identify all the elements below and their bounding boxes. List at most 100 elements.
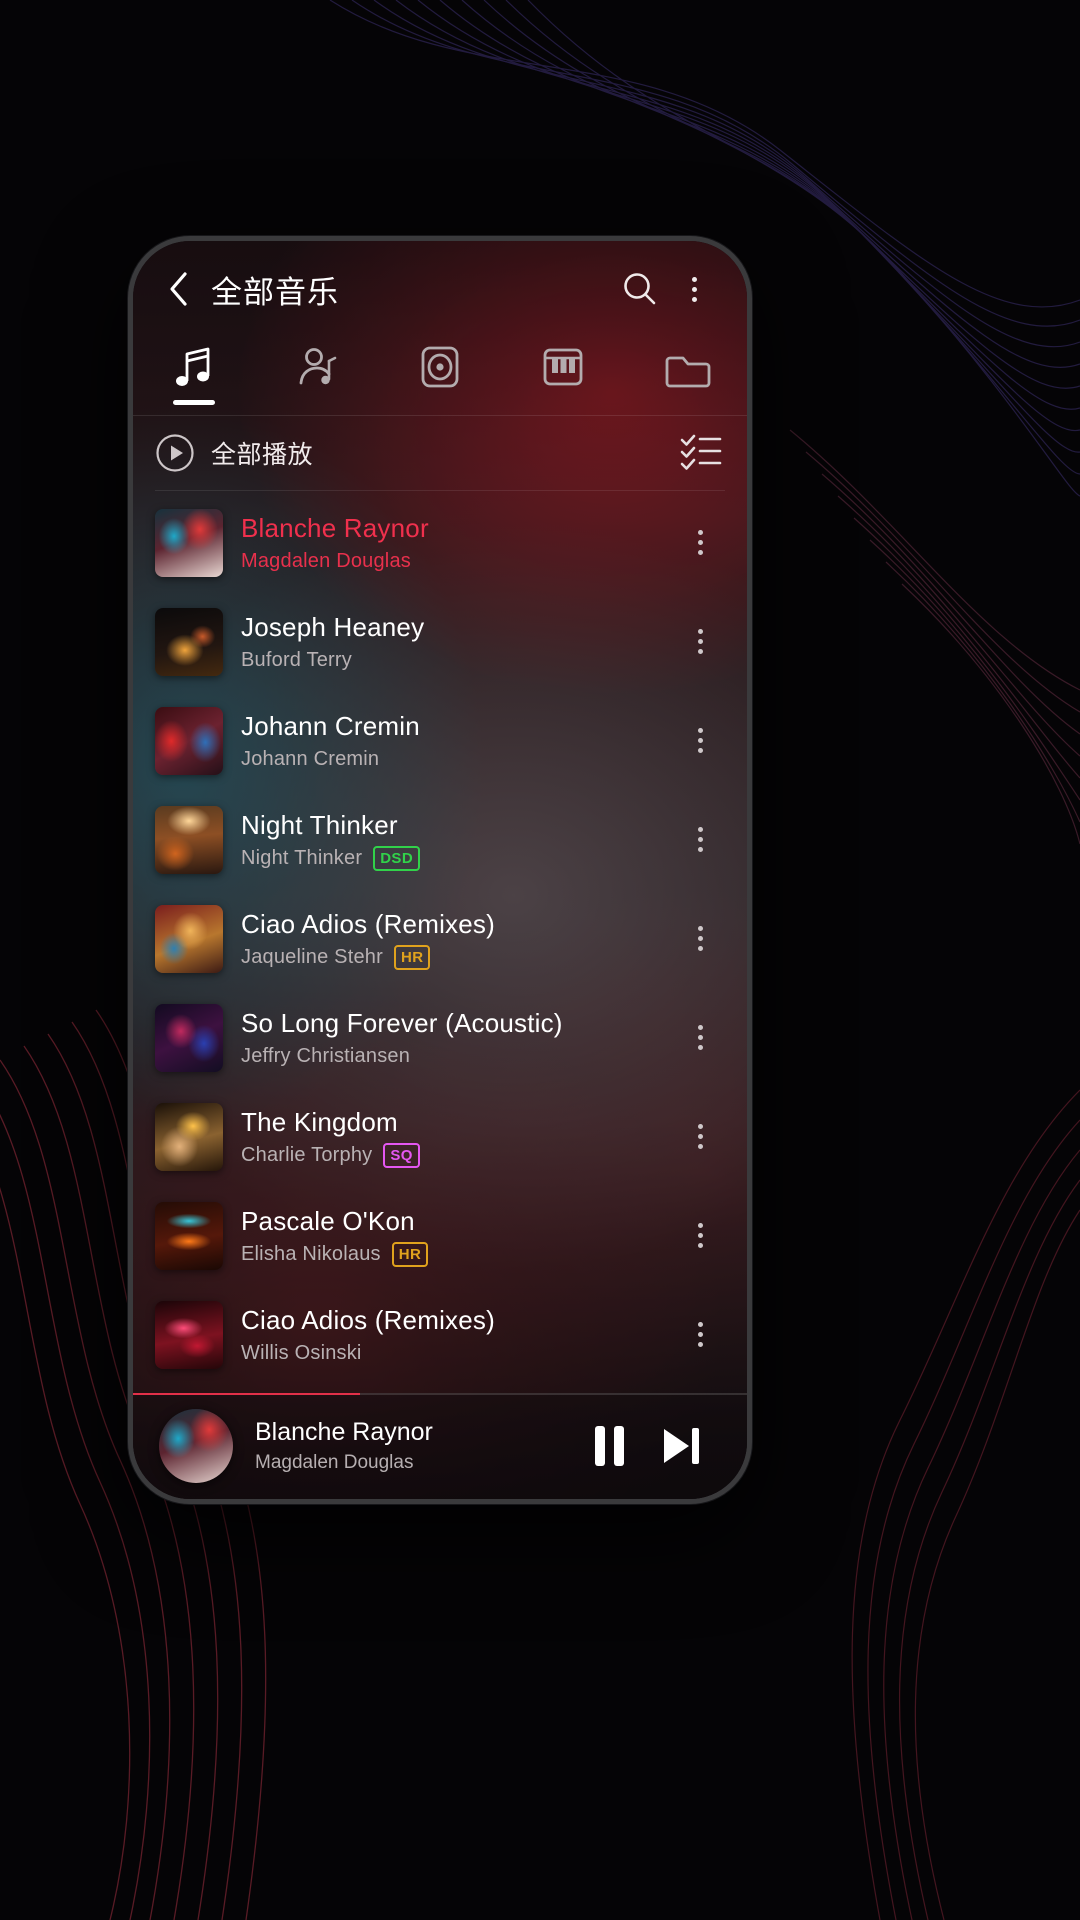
table-row[interactable]: Ciao Adios (Remixes) Jaqueline Stehr HR	[133, 889, 747, 988]
song-title: So Long Forever (Acoustic)	[241, 1008, 563, 1038]
tab-folders[interactable]	[624, 337, 747, 415]
art-image-a4	[155, 805, 223, 874]
playback-progress-bar[interactable]	[133, 1393, 747, 1395]
art-image-a5	[155, 904, 223, 973]
song-subline: Magdalen Douglas	[241, 549, 677, 573]
song-title: Joseph Heaney	[241, 612, 425, 642]
song-artist: Johann Cremin	[241, 748, 380, 770]
row-overflow-button[interactable]	[677, 810, 723, 870]
page-title: 全部音乐	[211, 274, 339, 310]
song-meta: Blanche Raynor Magdalen Douglas	[241, 512, 677, 573]
song-meta: So Long Forever (Acoustic) Jeffry Christ…	[241, 1007, 677, 1068]
row-overflow-button[interactable]	[677, 909, 723, 969]
table-row[interactable]: Pascale O'Kon Elisha Nikolaus HR	[133, 1186, 747, 1285]
search-button[interactable]	[613, 262, 667, 316]
mini-player-meta: Blanche Raynor Magdalen Douglas	[255, 1417, 573, 1475]
chevron-left-icon	[170, 272, 187, 306]
song-artist: Magdalen Douglas	[241, 550, 411, 572]
song-meta: Night Thinker Night Thinker DSD	[241, 809, 677, 871]
song-title: The Kingdom	[241, 1106, 398, 1137]
music-note-icon	[176, 347, 210, 386]
song-subline: Elisha Nikolaus HR	[241, 1241, 677, 1267]
art-image-current	[159, 1409, 233, 1483]
progress-fill	[133, 1393, 361, 1395]
more-vertical-icon	[697, 1124, 703, 1149]
song-artist: Jeffry Christiansen	[241, 1045, 411, 1067]
mini-player[interactable]: Blanche Raynor Magdalen Douglas	[133, 1393, 747, 1499]
song-title: Ciao Adios (Remixes)	[241, 1305, 495, 1335]
art-image-a6	[155, 1003, 223, 1072]
song-subline: Willis Osinski	[241, 1341, 677, 1365]
song-title: Pascale O'Kon	[241, 1205, 415, 1236]
more-vertical-icon	[697, 926, 703, 951]
album-art-thumbnail	[155, 1300, 223, 1369]
mini-player-artist: Magdalen Douglas	[255, 1452, 414, 1473]
row-overflow-button[interactable]	[677, 1305, 723, 1365]
table-row[interactable]: Johann Cremin Johann Cremin	[133, 691, 747, 790]
row-overflow-button[interactable]	[677, 711, 723, 771]
table-row[interactable]: Joseph Heaney Buford Terry	[133, 592, 747, 691]
row-overflow-button[interactable]	[677, 1206, 723, 1266]
more-vertical-icon	[697, 1223, 703, 1248]
row-overflow-button[interactable]	[677, 1107, 723, 1167]
tab-songs[interactable]	[133, 337, 256, 415]
next-track-button[interactable]	[645, 1410, 717, 1482]
multi-select-button[interactable]	[679, 431, 723, 476]
row-overflow-button[interactable]	[677, 513, 723, 573]
song-title: Blanche Raynor	[241, 513, 429, 543]
tab-albums[interactable]	[379, 337, 502, 415]
quality-badge: HR	[391, 1241, 429, 1267]
album-art-thumbnail	[155, 706, 223, 775]
artist-icon	[299, 348, 337, 385]
music-app: 全部音乐 全部播放 Blanche Raynor Magdalen Dougla…	[133, 241, 747, 1499]
song-subline: Night Thinker DSD	[241, 845, 677, 871]
quality-badge: DSD	[373, 845, 421, 871]
tab-genres[interactable]	[501, 337, 624, 415]
more-vertical-icon	[691, 276, 697, 302]
tab-artists[interactable]	[256, 337, 379, 415]
more-vertical-icon	[697, 1025, 703, 1050]
piano-keys-icon	[543, 348, 583, 386]
song-list[interactable]: Blanche Raynor Magdalen Douglas Joseph H…	[133, 491, 747, 1393]
song-subline: Charlie Torphy SQ	[241, 1142, 677, 1168]
album-art-thumbnail	[155, 805, 223, 874]
song-artist: Night Thinker	[241, 847, 363, 869]
more-vertical-icon	[697, 1322, 703, 1347]
table-row[interactable]: Blanche Raynor Magdalen Douglas	[133, 493, 747, 592]
screenshot-root: 全部音乐 全部播放 Blanche Raynor Magdalen Dougla…	[0, 0, 1080, 1920]
active-tab-indicator	[173, 400, 216, 405]
row-overflow-button[interactable]	[677, 1008, 723, 1068]
album-art-thumbnail	[155, 508, 223, 577]
play-all-label: 全部播放	[211, 441, 314, 469]
table-row[interactable]: The Kingdom Charlie Torphy SQ	[133, 1087, 747, 1186]
song-artist: Elisha Nikolaus	[241, 1243, 381, 1265]
more-vertical-icon	[697, 629, 703, 654]
mini-player-artwork[interactable]	[159, 1409, 233, 1483]
row-overflow-button[interactable]	[677, 612, 723, 672]
table-row[interactable]: Ciao Adios (Remixes) Willis Osinski	[133, 1285, 747, 1384]
song-meta: Pascale O'Kon Elisha Nikolaus HR	[241, 1205, 677, 1267]
song-subline: Buford Terry	[241, 648, 677, 672]
pause-button[interactable]	[573, 1410, 645, 1482]
overflow-menu-button[interactable]	[667, 262, 721, 316]
art-image-a7	[155, 1102, 223, 1171]
table-row[interactable]: So Long Forever (Acoustic) Jeffry Christ…	[133, 988, 747, 1087]
back-button[interactable]	[155, 266, 201, 312]
skip-next-icon	[664, 1428, 699, 1464]
song-artist: Charlie Torphy	[241, 1144, 373, 1166]
song-title: Johann Cremin	[241, 711, 420, 741]
song-artist: Jaqueline Stehr	[241, 946, 383, 968]
album-art-thumbnail	[155, 607, 223, 676]
table-row[interactable]: Night Thinker Night Thinker DSD	[133, 790, 747, 889]
album-art-thumbnail	[155, 904, 223, 973]
art-image-a2	[155, 607, 223, 676]
mini-player-title: Blanche Raynor	[255, 1418, 433, 1446]
play-all-bar[interactable]: 全部播放	[133, 416, 747, 490]
more-vertical-icon	[697, 530, 703, 555]
play-circle-icon	[156, 434, 194, 472]
pause-icon	[594, 1426, 624, 1466]
song-meta: Joseph Heaney Buford Terry	[241, 611, 677, 672]
song-artist: Willis Osinski	[241, 1342, 362, 1364]
song-meta: The Kingdom Charlie Torphy SQ	[241, 1106, 677, 1168]
song-meta: Ciao Adios (Remixes) Jaqueline Stehr HR	[241, 908, 677, 970]
